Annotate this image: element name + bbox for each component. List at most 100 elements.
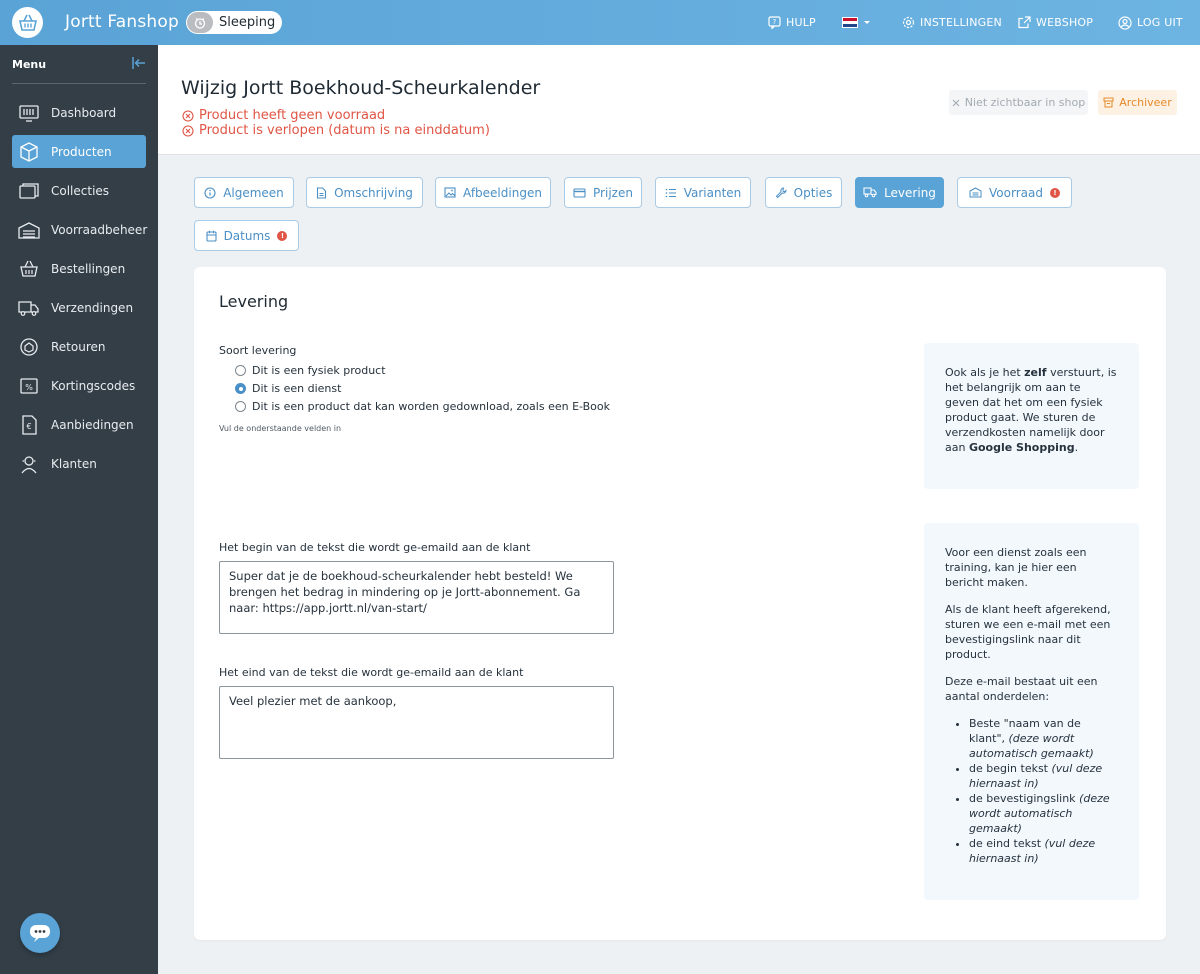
chat-icon [30, 925, 50, 942]
list-item: de bevestigingslink (deze wordt automati… [969, 791, 1118, 836]
collapse-left-icon [132, 57, 145, 69]
webshop-label: WEBSHOP [1036, 16, 1094, 29]
page-header: Wijzig Jortt Boekhoud-Scheurkalender Pro… [158, 45, 1200, 155]
tab-label: Afbeeldingen [463, 185, 542, 200]
svg-text:%: % [25, 383, 33, 392]
list-item: de eind tekst (vul deze hiernaast in) [969, 836, 1118, 866]
menu-divider [12, 83, 146, 84]
info-text: Als de klant heeft afgerekend, sturen we… [945, 603, 1111, 661]
sidebar-item-verzendingen[interactable]: Verzendingen [12, 291, 146, 324]
tab-afbeeldingen[interactable]: Afbeeldingen [435, 177, 551, 208]
not-visible-button[interactable]: Niet zichtbaar in shop [949, 90, 1088, 115]
image-icon [444, 187, 456, 198]
sidebar-item-label: Klanten [51, 456, 97, 471]
sidebar-item-label: Kortingscodes [51, 378, 136, 393]
sidebar-item-collecties[interactable]: Collecties [12, 174, 146, 207]
warning-expired: Product is verlopen (datum is na einddat… [182, 123, 490, 138]
begin-text-input[interactable]: Super dat je de boekhoud-scheurkalender … [219, 561, 614, 634]
tab-label: Voorraad [989, 185, 1043, 200]
shop-status-toggle[interactable]: Sleeping [186, 11, 282, 34]
info-text: Deze e-mail bestaat uit een aantal onder… [945, 675, 1098, 703]
close-icon [952, 99, 960, 106]
logout-link[interactable]: LOG UIT [1118, 0, 1183, 45]
svg-text:?: ? [773, 18, 777, 26]
sidebar-item-bestellingen[interactable]: Bestellingen [12, 252, 146, 285]
credit-card-icon [573, 187, 586, 198]
tab-datums[interactable]: Datums ! [194, 220, 299, 251]
end-text-input[interactable]: Veel plezier met de aankoop, [219, 686, 614, 759]
tab-alert-badge: ! [277, 230, 288, 241]
calendar-icon [206, 230, 217, 242]
app-title: Jortt Fanshop [65, 12, 179, 32]
tab-levering[interactable]: Levering [855, 177, 944, 208]
tab-alert-badge: ! [1049, 187, 1060, 198]
sidebar-item-label: Verzendingen [51, 300, 134, 315]
warning-no-stock: Product heeft geen voorraad [182, 108, 385, 123]
tab-opties[interactable]: Opties [765, 177, 842, 208]
folder-icon [18, 180, 40, 202]
customer-icon [18, 453, 40, 475]
tab-omschrijving[interactable]: Omschrijving [306, 177, 423, 208]
tab-label: Varianten [683, 185, 742, 200]
radio-label: Dit is een product dat kan worden gedown… [252, 400, 610, 413]
help-link[interactable]: ? HULP [768, 0, 816, 45]
sidebar-item-label: Collecties [51, 183, 110, 198]
truck-icon [863, 187, 877, 198]
card-title: Levering [219, 292, 289, 311]
delivery-card: Levering Soort levering Dit is een fysie… [194, 267, 1166, 940]
logo[interactable] [12, 7, 43, 38]
radio-button[interactable] [235, 401, 246, 412]
radio-service[interactable]: Dit is een dienst [235, 382, 341, 395]
fill-fields-hint: Vul de onderstaande velden in [219, 424, 342, 433]
list-item: Beste "naam van de klant", (deze wordt a… [969, 716, 1118, 761]
discount-icon: % [18, 375, 40, 397]
tab-label: Omschrijving [334, 185, 413, 200]
tab-varianten[interactable]: Varianten [655, 177, 751, 208]
sidebar-item-dashboard[interactable]: Dashboard [12, 96, 146, 129]
radio-button[interactable] [235, 383, 246, 394]
sidebar-item-retouren[interactable]: Retouren [12, 330, 146, 363]
tab-prijzen[interactable]: Prijzen [564, 177, 642, 208]
collapse-menu-button[interactable] [131, 56, 147, 75]
help-label: HULP [786, 16, 816, 29]
sidebar-item-klanten[interactable]: Klanten [12, 447, 146, 480]
tab-label: Prijzen [593, 185, 633, 200]
svg-text:€: € [26, 422, 31, 431]
wrench-icon [775, 186, 787, 198]
settings-label: INSTELLINGEN [920, 16, 1002, 29]
tab-voorraad[interactable]: Voorraad ! [957, 177, 1072, 208]
info-icon [204, 186, 216, 199]
warning-text: Product heeft geen voorraad [199, 108, 386, 123]
radio-button[interactable] [235, 365, 246, 376]
webshop-link[interactable]: WEBSHOP [1018, 0, 1093, 45]
archive-button[interactable]: Archiveer [1098, 90, 1177, 115]
radio-download[interactable]: Dit is een product dat kan worden gedown… [235, 400, 610, 413]
sidebar-item-aanbiedingen[interactable]: € Aanbiedingen [12, 408, 146, 441]
box-icon [18, 141, 40, 163]
language-selector[interactable] [842, 0, 877, 45]
end-text-label: Het eind van de tekst die wordt ge-email… [219, 666, 524, 679]
document-icon [317, 186, 327, 199]
sidebar-item-label: Voorraadbeheer [51, 222, 148, 237]
tab-algemeen[interactable]: Algemeen [194, 177, 294, 208]
truck-icon [18, 297, 40, 319]
sidebar-item-producten[interactable]: Producten [12, 135, 146, 168]
email-parts-list: Beste "naam van de klant", (deze wordt a… [945, 716, 1118, 866]
list-item: de begin tekst (vul deze hiernaast in) [969, 761, 1118, 791]
shop-status-label: Sleeping [219, 15, 276, 30]
sidebar-item-voorraadbeheer[interactable]: Voorraadbeheer [12, 213, 148, 246]
dutch-flag-icon [842, 17, 858, 28]
warning-text: Product is verlopen (datum is na einddat… [199, 123, 490, 138]
info-text: Ook als je het zelf verstuurt, is het be… [945, 366, 1117, 454]
sleep-icon [187, 12, 213, 33]
offer-icon: € [18, 414, 40, 436]
user-icon [1118, 15, 1132, 30]
archive-icon [1103, 97, 1114, 108]
radio-physical-product[interactable]: Dit is een fysiek product [235, 364, 386, 377]
chat-button[interactable] [20, 913, 60, 953]
settings-link[interactable]: INSTELLINGEN [902, 0, 1002, 45]
menu-heading: Menu [12, 58, 47, 71]
error-circle-icon [182, 124, 194, 137]
sidebar-item-kortingscodes[interactable]: % Kortingscodes [12, 369, 146, 402]
tab-label: Opties [793, 185, 833, 200]
